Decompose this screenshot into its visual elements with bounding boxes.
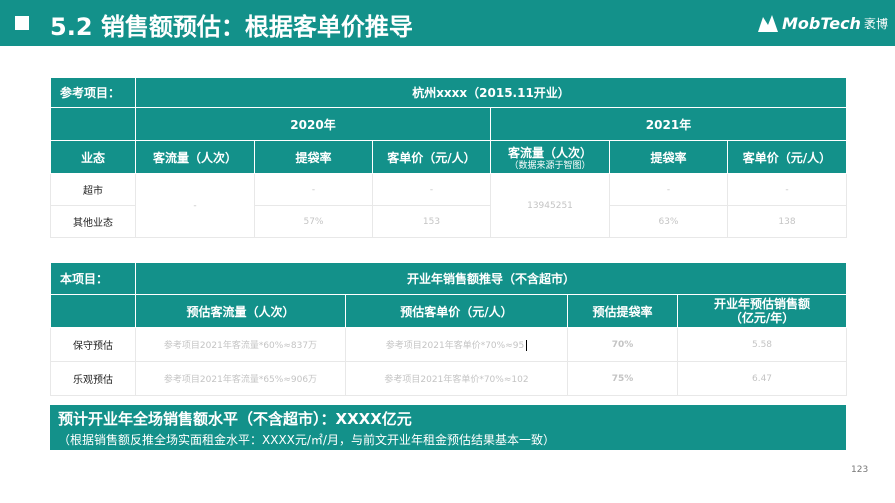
col-traffic-2021-label: 客流量（人次） <box>507 145 592 160</box>
text-cursor-icon <box>526 340 528 351</box>
col-est-sales: 开业年预估销售额 （亿元/年） <box>676 294 848 328</box>
logo: MobTech 袤博 <box>757 12 888 34</box>
conclusion-banner: 预计开业年全场销售额水平（不含超市）：XXXX亿元 （根据销售额反推全场实面租金… <box>50 405 846 450</box>
col-unit-price-2020: 客单价（元/人） <box>372 140 491 174</box>
col-bag-rate-2020: 提袋率 <box>254 140 373 174</box>
conclusion-note: （根据销售额反推全场实面租金水平：XXXX元/㎡/月，与前文开业年租金预估结果基… <box>58 433 555 447</box>
col-est-traffic: 预估客流量（人次） <box>135 294 346 328</box>
row-category: 其他业态 <box>50 205 136 238</box>
est-traffic-value: 参考项目2021年客流量*65%≈906万 <box>135 361 346 396</box>
conclusion-headline: 预计开业年全场销售额水平（不含超市）：XXXX亿元 <box>58 410 412 428</box>
year-2021-header: 2021年 <box>490 107 847 141</box>
est-price-cell[interactable]: 参考项目2021年客单价*70%≈95 <box>345 327 568 362</box>
price-2020-value: 153 <box>372 205 491 238</box>
year-2020-header: 2020年 <box>135 107 491 141</box>
col-bag-rate-2021: 提袋率 <box>609 140 728 174</box>
page-number: 123 <box>851 465 869 475</box>
traffic-2020-value: - <box>135 173 255 238</box>
header-blank <box>50 294 136 328</box>
price-2020-value: - <box>372 173 491 206</box>
proj-table-title: 开业年销售额推导（不含超市） <box>134 262 848 295</box>
slide-title: 5.2 销售额预估：根据客单价推导 <box>50 13 413 41</box>
est-sales-value: 5.58 <box>676 327 848 362</box>
col-est-sales-line2: （亿元/年） <box>729 311 795 325</box>
row-category: 超市 <box>50 173 136 206</box>
col-traffic-2020: 客流量（人次） <box>135 140 255 174</box>
price-2021-value: 138 <box>727 205 847 238</box>
bag-2021-value: 63% <box>609 205 728 238</box>
est-traffic-value: 参考项目2021年客流量*60%≈837万 <box>135 327 346 362</box>
logo-cn-text: 袤博 <box>863 16 888 31</box>
bag-2021-value: - <box>609 173 728 206</box>
col-est-price: 预估客单价（元/人） <box>345 294 568 328</box>
table-row: 超市 - - - 13945251 - - <box>50 173 847 238</box>
table-row: 乐观预估 参考项目2021年客流量*65%≈906万 参考项目2021年客单价*… <box>50 361 848 396</box>
project-table: 本项目： 开业年销售额推导（不含超市） 预估客流量（人次） 预估客单价（元/人）… <box>50 262 848 396</box>
mobtech-logo-icon <box>758 15 778 32</box>
row-name: 乐观预估 <box>50 361 136 396</box>
col-est-bag: 预估提袋率 <box>567 294 678 328</box>
logo-text: MobTech <box>782 13 861 33</box>
bag-2020-value: 57% <box>254 205 373 238</box>
col-unit-price-2021: 客单价（元/人） <box>727 140 847 174</box>
est-bag-value: 70% <box>567 327 678 362</box>
bag-2020-value: - <box>254 173 373 206</box>
col-est-sales-line1: 开业年预估销售额 <box>714 297 811 311</box>
est-bag-value: 75% <box>567 361 678 396</box>
est-price-value: 参考项目2021年客单价*70%≈102 <box>345 361 568 396</box>
est-sales-value: 6.47 <box>676 361 848 396</box>
table-row: 保守预估 参考项目2021年客流量*60%≈837万 参考项目2021年客单价*… <box>50 327 848 362</box>
proj-label: 本项目： <box>50 262 136 295</box>
ref-label: 参考项目： <box>50 77 136 108</box>
reference-table: 参考项目： 杭州xxxx（2015.11开业） 2020年 2021年 业态 客… <box>50 77 847 238</box>
title-bar: 5.2 销售额预估：根据客单价推导 MobTech 袤博 <box>0 0 895 46</box>
ref-project-name: 杭州xxxx（2015.11开业） <box>135 77 847 108</box>
header-blank <box>50 107 136 141</box>
row-name: 保守预估 <box>50 327 136 362</box>
col-traffic-2021-note: （数据来源于智图） <box>509 160 591 171</box>
col-category: 业态 <box>50 140 136 174</box>
bullet-square-icon <box>15 16 29 30</box>
traffic-2021-value: 13945251 <box>490 173 610 238</box>
price-2021-value: - <box>727 173 847 206</box>
col-traffic-2021: 客流量（人次） （数据来源于智图） <box>490 140 610 174</box>
est-price-value: 参考项目2021年客单价*70%≈95 <box>385 341 525 351</box>
